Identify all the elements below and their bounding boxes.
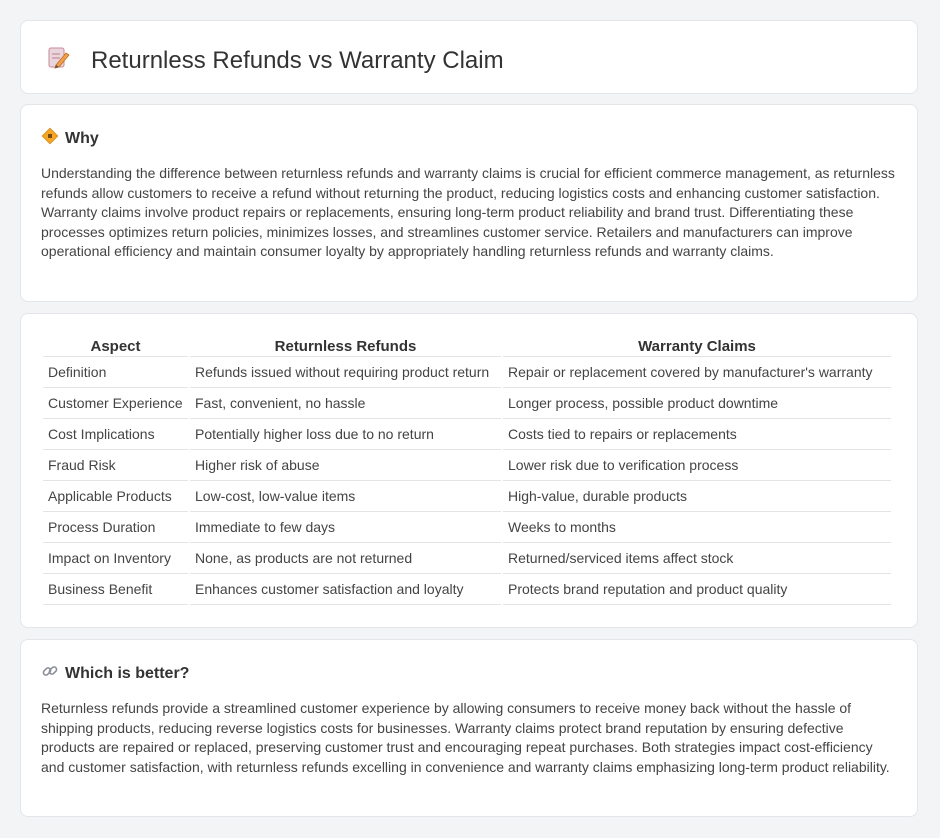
cell-returnless: Enhances customer satisfaction and loyal…: [190, 574, 501, 605]
table-row: Customer Experience Fast, convenient, no…: [43, 388, 891, 419]
why-text: Understanding the difference between ret…: [41, 165, 895, 260]
cell-warranty: Returned/serviced items affect stock: [503, 543, 891, 574]
diamond-sign-icon: [41, 127, 59, 150]
table-row: Definition Refunds issued without requir…: [43, 357, 891, 388]
cell-aspect: Applicable Products: [43, 481, 188, 512]
cell-aspect: Customer Experience: [43, 388, 188, 419]
which-better-heading: Which is better?: [65, 664, 190, 682]
cell-warranty: Costs tied to repairs or replacements: [503, 419, 891, 450]
cell-returnless: None, as products are not returned: [190, 543, 501, 574]
cell-returnless: Fast, convenient, no hassle: [190, 388, 501, 419]
cell-aspect: Impact on Inventory: [43, 543, 188, 574]
column-header-warranty-claims: Warranty Claims: [503, 336, 891, 357]
which-better-card: Which is better? Returnless refunds prov…: [20, 639, 918, 817]
cell-warranty: Weeks to months: [503, 512, 891, 543]
cell-returnless: Refunds issued without requiring product…: [190, 357, 501, 388]
cell-returnless: Potentially higher loss due to no return: [190, 419, 501, 450]
cell-warranty: Protects brand reputation and product qu…: [503, 574, 891, 605]
table-row: Impact on Inventory None, as products ar…: [43, 543, 891, 574]
document-pencil-icon: [47, 45, 71, 76]
cell-aspect: Process Duration: [43, 512, 188, 543]
table-row: Cost Implications Potentially higher los…: [43, 419, 891, 450]
cell-returnless: Immediate to few days: [190, 512, 501, 543]
table-row: Applicable Products Low-cost, low-value …: [43, 481, 891, 512]
cell-returnless: Low-cost, low-value items: [190, 481, 501, 512]
why-heading: Why: [65, 129, 99, 147]
link-icon: [41, 662, 59, 685]
table-header-row: Aspect Returnless Refunds Warranty Claim…: [43, 336, 891, 357]
cell-aspect: Definition: [43, 357, 188, 388]
table-row: Process Duration Immediate to few days W…: [43, 512, 891, 543]
cell-returnless: Higher risk of abuse: [190, 450, 501, 481]
comparison-table: Aspect Returnless Refunds Warranty Claim…: [41, 336, 893, 605]
comparison-card: Aspect Returnless Refunds Warranty Claim…: [20, 313, 918, 628]
column-header-returnless-refunds: Returnless Refunds: [190, 336, 501, 357]
table-row: Fraud Risk Higher risk of abuse Lower ri…: [43, 450, 891, 481]
column-header-aspect: Aspect: [43, 336, 188, 357]
cell-aspect: Business Benefit: [43, 574, 188, 605]
cell-aspect: Cost Implications: [43, 419, 188, 450]
which-better-text: Returnless refunds provide a streamlined…: [41, 700, 890, 775]
cell-warranty: High-value, durable products: [503, 481, 891, 512]
cell-warranty: Repair or replacement covered by manufac…: [503, 357, 891, 388]
page-title: Returnless Refunds vs Warranty Claim: [91, 46, 504, 74]
why-card: Why Understanding the difference between…: [20, 104, 918, 302]
cell-aspect: Fraud Risk: [43, 450, 188, 481]
cell-warranty: Longer process, possible product downtim…: [503, 388, 891, 419]
table-row: Business Benefit Enhances customer satis…: [43, 574, 891, 605]
title-card: Returnless Refunds vs Warranty Claim: [20, 20, 918, 94]
cell-warranty: Lower risk due to verification process: [503, 450, 891, 481]
